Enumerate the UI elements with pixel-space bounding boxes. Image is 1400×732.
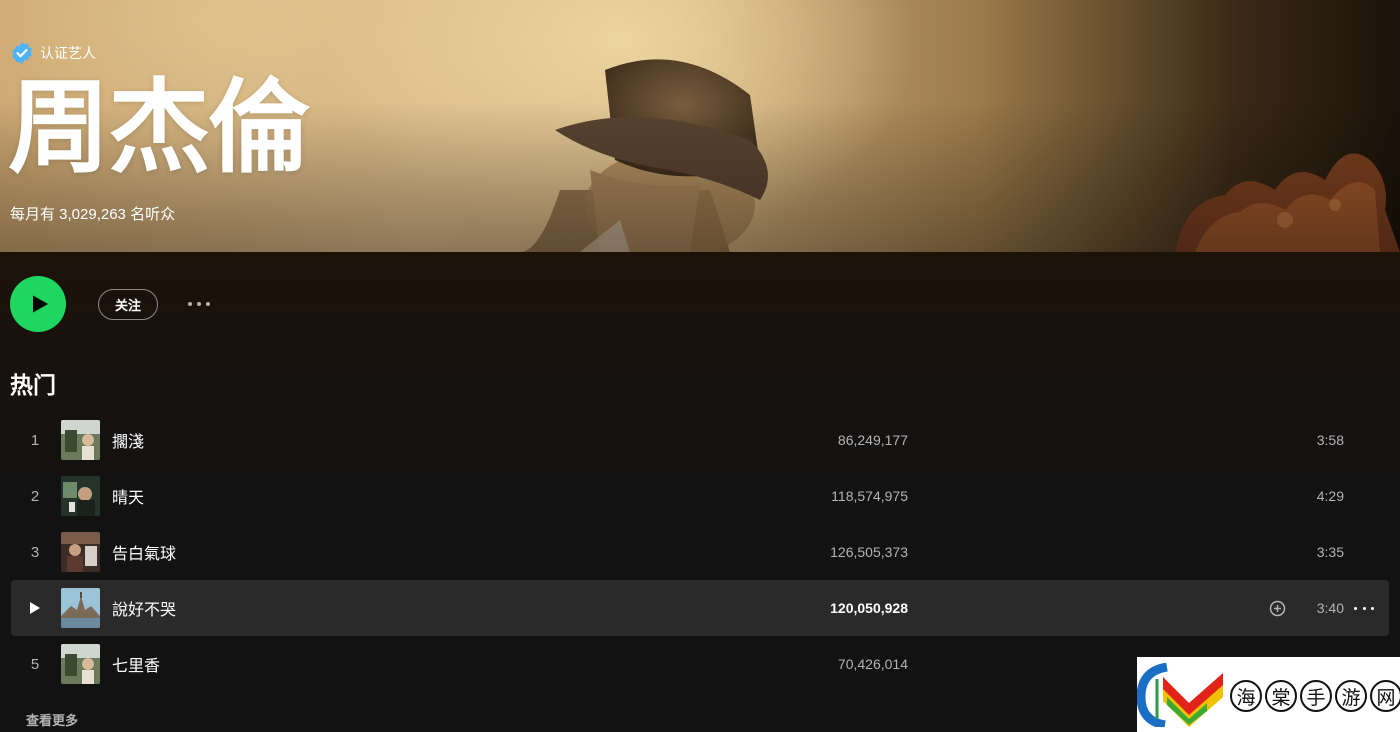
track-cover-image bbox=[61, 588, 100, 628]
watermark-char: 手 bbox=[1300, 680, 1332, 712]
popular-tracks-list: 1 擱淺 86,249,177 3:58 2 晴天 118,574,975 4:… bbox=[11, 412, 1389, 692]
track-duration: 4:29 bbox=[1316, 488, 1344, 504]
track-play-count: 86,249,177 bbox=[837, 432, 908, 448]
watermark-char: 棠 bbox=[1265, 680, 1297, 712]
track-play-count: 70,426,014 bbox=[837, 656, 908, 672]
watermark-char: 游 bbox=[1335, 680, 1367, 712]
track-title[interactable]: 擱淺 bbox=[112, 412, 144, 468]
dot bbox=[188, 302, 192, 306]
dot bbox=[1362, 606, 1366, 610]
track-row[interactable]: 說好不哭 120,050,928 3:40 bbox=[11, 580, 1389, 636]
see-more-link[interactable]: 查看更多 bbox=[26, 710, 78, 729]
watermark-char: 网 bbox=[1370, 680, 1400, 712]
verified-icon bbox=[12, 42, 32, 64]
popular-section-title: 热门 bbox=[10, 373, 56, 399]
track-number: 3 bbox=[30, 543, 40, 561]
monthly-listeners: 每月有 3,029,263 名听众 bbox=[10, 206, 176, 223]
track-duration: 3:40 bbox=[1316, 600, 1344, 616]
dot bbox=[1354, 606, 1357, 610]
track-cover-image bbox=[61, 644, 100, 684]
track-play-count: 126,505,373 bbox=[830, 544, 908, 560]
play-icon bbox=[32, 295, 48, 313]
track-cover-image bbox=[61, 476, 100, 516]
dot bbox=[197, 302, 201, 306]
track-duration: 3:35 bbox=[1316, 544, 1344, 560]
track-title[interactable]: 告白氣球 bbox=[112, 524, 176, 580]
track-row[interactable]: 3 告白氣球 126,505,373 3:35 bbox=[11, 524, 1389, 580]
artist-name: 周杰倫 bbox=[8, 69, 310, 188]
track-duration: 3:58 bbox=[1316, 432, 1344, 448]
watermark-char: 海 bbox=[1230, 680, 1262, 712]
track-cover-image bbox=[61, 532, 100, 572]
track-cover-image bbox=[61, 420, 100, 460]
watermark-overlay: 海 棠 手 游 网 bbox=[1137, 657, 1400, 732]
track-play-count: 120,050,928 bbox=[830, 600, 908, 616]
verified-artist-badge: 认证艺人 bbox=[10, 41, 96, 65]
track-number: 5 bbox=[30, 655, 40, 673]
track-play-count: 118,574,975 bbox=[831, 488, 908, 504]
track-title[interactable]: 晴天 bbox=[112, 468, 144, 524]
watermark-logo bbox=[1137, 663, 1223, 727]
dot bbox=[206, 302, 210, 306]
more-options-button[interactable] bbox=[184, 294, 214, 314]
track-play-icon[interactable] bbox=[28, 600, 42, 616]
track-number: 1 bbox=[30, 431, 40, 449]
track-more-options-button[interactable] bbox=[1354, 602, 1374, 614]
verified-label: 认证艺人 bbox=[40, 45, 96, 61]
track-row[interactable]: 2 晴天 118,574,975 4:29 bbox=[11, 468, 1389, 524]
track-number: 2 bbox=[30, 487, 40, 505]
watermark-text: 海 棠 手 游 网 bbox=[1230, 680, 1400, 712]
track-row[interactable]: 1 擱淺 86,249,177 3:58 bbox=[11, 412, 1389, 468]
track-title[interactable]: 七里香 bbox=[112, 636, 160, 692]
track-title[interactable]: 說好不哭 bbox=[112, 580, 176, 636]
artist-header: 认证艺人 周杰倫 每月有 3,029,263 名听众 bbox=[0, 0, 1400, 252]
play-button[interactable] bbox=[10, 276, 66, 332]
dot bbox=[1371, 606, 1374, 610]
follow-button[interactable]: 关注 bbox=[98, 289, 158, 320]
